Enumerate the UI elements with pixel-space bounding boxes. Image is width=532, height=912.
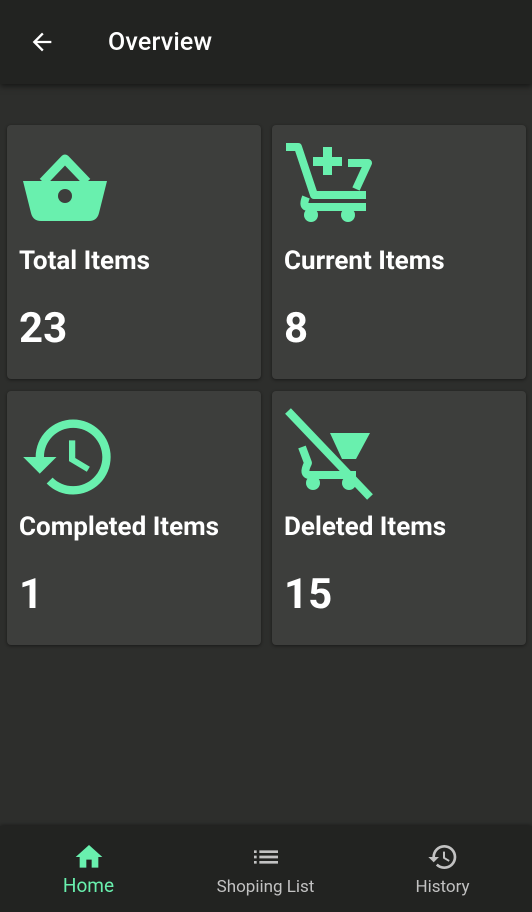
bottom-navigation: Home Shopiing List History <box>0 826 532 912</box>
page-title: Overview <box>108 28 213 57</box>
card-value: 23 <box>19 304 68 353</box>
card-label: Current Items <box>284 246 445 276</box>
card-value: 8 <box>284 304 309 353</box>
add-shopping-cart-icon <box>286 143 372 222</box>
card-label: Deleted Items <box>284 512 447 542</box>
back-button[interactable] <box>18 20 66 64</box>
history-icon <box>427 845 456 869</box>
card-label: Completed Items <box>19 512 220 542</box>
shopping-basket-icon <box>23 154 107 221</box>
nav-label: History <box>415 877 470 897</box>
nav-item-shopping-list[interactable]: Shopiing List <box>177 826 354 912</box>
history-icon <box>23 419 111 495</box>
nav-label: Home <box>62 874 115 897</box>
completed-items-card[interactable]: Completed Items 1 <box>7 391 261 645</box>
remove-shopping-cart-icon <box>285 408 373 500</box>
arrow-left-icon <box>32 32 52 52</box>
nav-item-history[interactable]: History <box>354 826 531 912</box>
app-bar: Overview <box>0 0 532 84</box>
total-items-card[interactable]: Total Items 23 <box>7 125 261 379</box>
list-icon <box>253 850 278 864</box>
home-icon <box>75 845 102 868</box>
card-label: Total Items <box>19 246 150 276</box>
current-items-card[interactable]: Current Items 8 <box>272 125 526 379</box>
card-value: 1 <box>19 570 44 619</box>
deleted-items-card[interactable]: Deleted Items 15 <box>272 391 526 645</box>
nav-item-home[interactable]: Home <box>0 826 177 912</box>
nav-label: Shopiing List <box>216 877 315 897</box>
card-value: 15 <box>284 570 333 619</box>
